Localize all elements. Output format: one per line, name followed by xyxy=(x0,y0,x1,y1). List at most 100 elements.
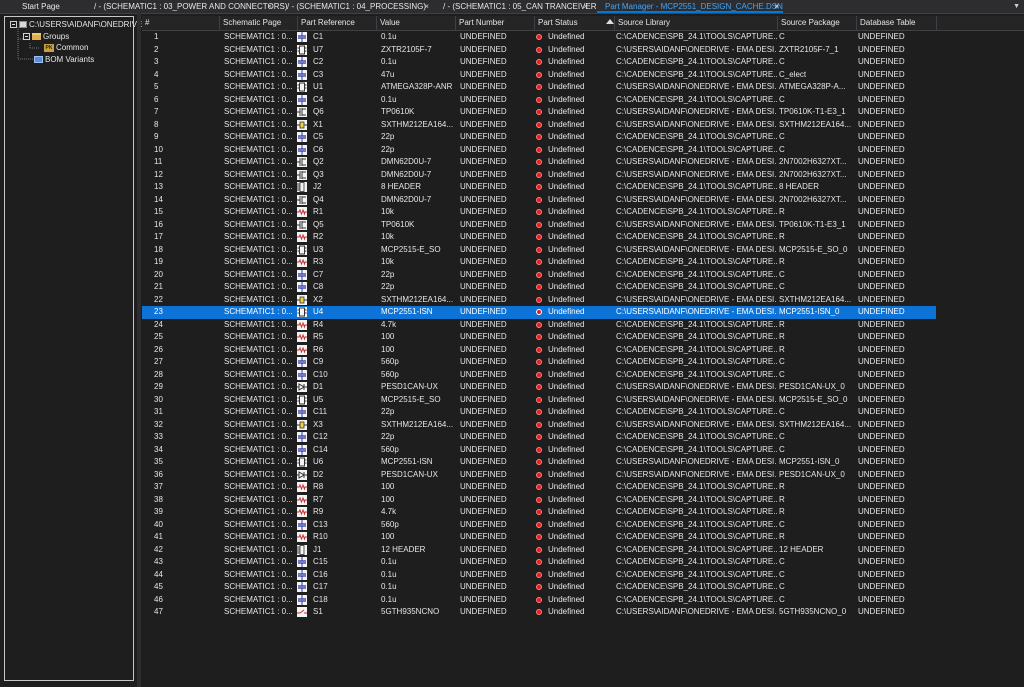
cell-source-library[interactable]: C:\CADENCE\SPB_24.1\TOOLS\CAPTURE... xyxy=(614,31,777,44)
table-row[interactable]: 23 SCHEMATIC1 : 0... U4 MCP2551-ISN UNDEFINE… xyxy=(142,306,936,319)
cell-database-table[interactable]: UNDEFINED xyxy=(856,506,936,519)
table-row[interactable]: 28 SCHEMATIC1 : 0... C10 560p UNDEFINED Undef… xyxy=(142,369,936,382)
cell-schematic-page[interactable]: SCHEMATIC1 : 0... xyxy=(222,394,298,407)
cell-part-reference[interactable]: C9 xyxy=(311,356,375,369)
cell-source-package[interactable]: MCP2551-ISN_0 xyxy=(777,306,856,319)
cell-part-reference[interactable]: C15 xyxy=(311,556,375,569)
cell-schematic-page[interactable]: SCHEMATIC1 : 0... xyxy=(222,469,298,482)
cell-database-table[interactable]: UNDEFINED xyxy=(856,531,936,544)
cell-source-library[interactable]: C:\CADENCE\SPB_24.1\TOOLS\CAPTURE... xyxy=(614,281,777,294)
cell-schematic-page[interactable]: SCHEMATIC1 : 0... xyxy=(222,194,298,207)
cell-source-package[interactable]: MCP2515-E_SO_0 xyxy=(777,394,856,407)
cell-number[interactable]: 21 xyxy=(152,281,212,294)
cell-number[interactable]: 35 xyxy=(152,456,212,469)
cell-source-package[interactable]: TP0610K-T1-E3_1 xyxy=(777,219,856,232)
cell-part-status[interactable]: Undefined xyxy=(546,469,614,482)
cell-number[interactable]: 1 xyxy=(152,31,212,44)
cell-part-number[interactable]: UNDEFINED xyxy=(458,356,534,369)
table-row[interactable]: 17 SCHEMATIC1 : 0... R2 10k UNDEFINED Undefin… xyxy=(142,231,936,244)
cell-schematic-page[interactable]: SCHEMATIC1 : 0... xyxy=(222,419,298,432)
cell-source-library[interactable]: C:\USERS\AIDANF\ONEDRIVE - EMA DESI... xyxy=(614,106,777,119)
cell-part-number[interactable]: UNDEFINED xyxy=(458,219,534,232)
cell-part-status[interactable]: Undefined xyxy=(546,344,614,357)
table-row[interactable]: 18 SCHEMATIC1 : 0... U3 MCP2515-E_SO UNDEFIN… xyxy=(142,244,936,257)
cell-database-table[interactable]: UNDEFINED xyxy=(856,331,936,344)
column-header-value[interactable]: Value xyxy=(377,16,456,30)
cell-number[interactable]: 44 xyxy=(152,569,212,582)
table-row[interactable]: 39 SCHEMATIC1 : 0... R9 4.7k UNDEFINED Undefi… xyxy=(142,506,936,519)
cell-source-library[interactable]: C:\CADENCE\SPB_24.1\TOOLS\CAPTURE... xyxy=(614,356,777,369)
cell-number[interactable]: 3 xyxy=(152,56,212,69)
cell-schematic-page[interactable]: SCHEMATIC1 : 0... xyxy=(222,56,298,69)
cell-number[interactable]: 45 xyxy=(152,581,212,594)
table-row[interactable]: 21 SCHEMATIC1 : 0... C8 22p UNDEFINED Undefin… xyxy=(142,281,936,294)
cell-value[interactable]: 560p xyxy=(379,519,456,532)
cell-source-package[interactable]: C xyxy=(777,406,856,419)
cell-number[interactable]: 42 xyxy=(152,544,212,557)
cell-part-reference[interactable]: J2 xyxy=(311,181,375,194)
cell-number[interactable]: 29 xyxy=(152,381,212,394)
table-row[interactable]: 32 SCHEMATIC1 : 0... X3 SXTHM212EA164... UND… xyxy=(142,419,936,432)
column-header-part-number[interactable]: Part Number xyxy=(456,16,535,30)
cell-database-table[interactable]: UNDEFINED xyxy=(856,356,936,369)
cell-part-number[interactable]: UNDEFINED xyxy=(458,594,534,607)
cell-source-package[interactable]: C xyxy=(777,131,856,144)
cell-source-library[interactable]: C:\CADENCE\SPB_24.1\TOOLS\CAPTURE... xyxy=(614,494,777,507)
tab-start-page[interactable]: Start Page xyxy=(14,0,92,13)
cell-database-table[interactable]: UNDEFINED xyxy=(856,56,936,69)
cell-part-reference[interactable]: C16 xyxy=(311,569,375,582)
cell-schematic-page[interactable]: SCHEMATIC1 : 0... xyxy=(222,319,298,332)
cell-schematic-page[interactable]: SCHEMATIC1 : 0... xyxy=(222,531,298,544)
cell-part-reference[interactable]: R5 xyxy=(311,331,375,344)
cell-schematic-page[interactable]: SCHEMATIC1 : 0... xyxy=(222,181,298,194)
cell-part-number[interactable]: UNDEFINED xyxy=(458,231,534,244)
cell-part-reference[interactable]: C2 xyxy=(311,56,375,69)
cell-part-status[interactable]: Undefined xyxy=(546,44,614,57)
cell-part-number[interactable]: UNDEFINED xyxy=(458,406,534,419)
cell-source-package[interactable]: R xyxy=(777,481,856,494)
cell-part-reference[interactable]: X2 xyxy=(311,294,375,307)
table-row[interactable]: 25 SCHEMATIC1 : 0... R5 100 UNDEFINED Undefin… xyxy=(142,331,936,344)
cell-part-reference[interactable]: C12 xyxy=(311,431,375,444)
cell-part-number[interactable]: UNDEFINED xyxy=(458,444,534,457)
cell-source-package[interactable]: C xyxy=(777,269,856,282)
column-header-database-table[interactable]: Database Table xyxy=(857,16,937,30)
cell-source-library[interactable]: C:\USERS\AIDANF\ONEDRIVE - EMA DESI... xyxy=(614,419,777,432)
cell-part-number[interactable]: UNDEFINED xyxy=(458,331,534,344)
cell-schematic-page[interactable]: SCHEMATIC1 : 0... xyxy=(222,206,298,219)
cell-number[interactable]: 17 xyxy=(152,231,212,244)
cell-part-status[interactable]: Undefined xyxy=(546,569,614,582)
cell-schematic-page[interactable]: SCHEMATIC1 : 0... xyxy=(222,106,298,119)
cell-source-library[interactable]: C:\USERS\AIDANF\ONEDRIVE - EMA DESI... xyxy=(614,456,777,469)
cell-part-status[interactable]: Undefined xyxy=(546,244,614,257)
cell-number[interactable]: 30 xyxy=(152,394,212,407)
cell-part-number[interactable]: UNDEFINED xyxy=(458,431,534,444)
close-tab-icon[interactable]: × xyxy=(583,0,588,13)
cell-part-status[interactable]: Undefined xyxy=(546,431,614,444)
cell-value[interactable]: 560p xyxy=(379,444,456,457)
cell-part-status[interactable]: Undefined xyxy=(546,506,614,519)
cell-part-number[interactable]: UNDEFINED xyxy=(458,81,534,94)
cell-value[interactable]: PESD1CAN-UX xyxy=(379,469,456,482)
cell-database-table[interactable]: UNDEFINED xyxy=(856,594,936,607)
cell-number[interactable]: 41 xyxy=(152,531,212,544)
table-row[interactable]: 45 SCHEMATIC1 : 0... C17 0.1u UNDEFINED Undef… xyxy=(142,581,936,594)
cell-part-number[interactable]: UNDEFINED xyxy=(458,344,534,357)
column-header-source-package[interactable]: Source Package xyxy=(778,16,857,30)
cell-database-table[interactable]: UNDEFINED xyxy=(856,144,936,157)
cell-schematic-page[interactable]: SCHEMATIC1 : 0... xyxy=(222,594,298,607)
cell-source-library[interactable]: C:\USERS\AIDANF\ONEDRIVE - EMA DESI... xyxy=(614,119,777,132)
cell-value[interactable]: 10k xyxy=(379,206,456,219)
cell-source-library[interactable]: C:\USERS\AIDANF\ONEDRIVE - EMA DESI... xyxy=(614,381,777,394)
cell-part-reference[interactable]: J1 xyxy=(311,544,375,557)
table-row[interactable]: 24 SCHEMATIC1 : 0... R4 4.7k UNDEFINED Undefi… xyxy=(142,319,936,332)
cell-part-reference[interactable]: C1 xyxy=(311,31,375,44)
cell-schematic-page[interactable]: SCHEMATIC1 : 0... xyxy=(222,244,298,257)
cell-source-package[interactable]: C xyxy=(777,356,856,369)
table-row[interactable]: 43 SCHEMATIC1 : 0... C15 0.1u UNDEFINED Undef… xyxy=(142,556,936,569)
cell-database-table[interactable]: UNDEFINED xyxy=(856,369,936,382)
cell-number[interactable]: 14 xyxy=(152,194,212,207)
cell-part-status[interactable]: Undefined xyxy=(546,256,614,269)
cell-source-package[interactable]: C_elect xyxy=(777,69,856,82)
cell-source-package[interactable]: R xyxy=(777,319,856,332)
